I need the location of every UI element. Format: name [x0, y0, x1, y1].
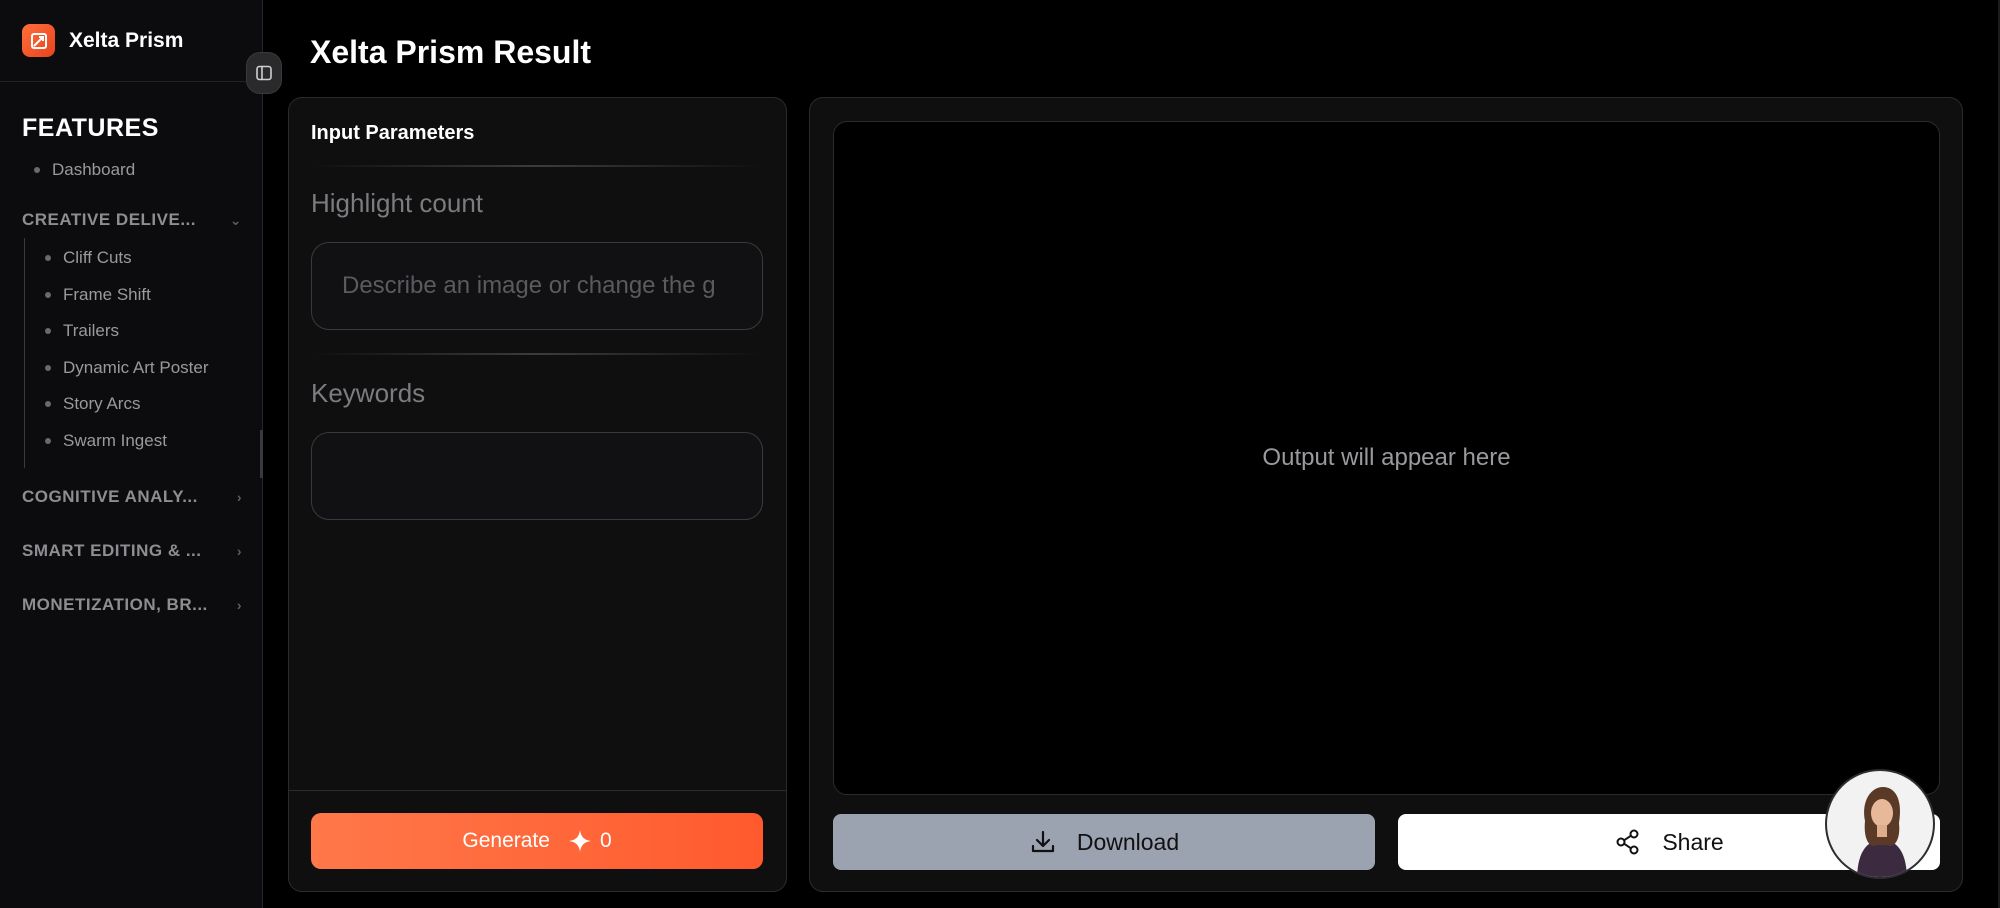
brand[interactable]: Xelta Prism	[0, 0, 262, 82]
bullet-icon	[45, 292, 51, 298]
sidebar-item-dashboard[interactable]: Dashboard	[34, 160, 135, 180]
sidebar-item-story-arcs[interactable]: Story Arcs	[45, 394, 140, 414]
sparkle-icon	[568, 829, 592, 853]
sidebar-item-label: Swarm Ingest	[63, 431, 167, 450]
output-area: Output will appear here	[833, 121, 1940, 795]
highlight-count-label: Highlight count	[311, 188, 483, 218]
sidebar-scrollbar[interactable]	[260, 430, 263, 478]
bullet-icon	[45, 328, 51, 334]
bullet-icon	[34, 167, 40, 173]
sidebar-group-label: CREATIVE DELIVE...	[22, 210, 196, 229]
sidebar-group-label: COGNITIVE ANALY...	[22, 487, 198, 506]
sidebar-item-swarm-ingest[interactable]: Swarm Ingest	[45, 431, 167, 451]
highlight-count-input[interactable]: Describe an image or change the g	[311, 242, 763, 330]
download-label: Download	[1076, 828, 1180, 855]
download-button[interactable]: Download	[833, 814, 1375, 870]
keywords-input[interactable]	[311, 432, 763, 520]
share-label: Share	[1662, 828, 1724, 855]
creative-delivery-list: Cliff Cuts Frame Shift Trailers Dynamic …	[24, 238, 209, 468]
output-panel: Output will appear here Download Share	[809, 97, 1963, 892]
credit-count: 0	[599, 829, 612, 852]
sidebar-group-monetization[interactable]: MONETIZATION, BR... ›	[22, 595, 242, 615]
bullet-icon	[45, 401, 51, 407]
bullet-icon	[45, 438, 51, 444]
share-icon	[1614, 828, 1642, 856]
sidebar-group-label: MONETIZATION, BR...	[22, 595, 208, 614]
keywords-label: Keywords	[311, 378, 426, 408]
sidebar-item-label: Cliff Cuts	[63, 248, 132, 267]
sidebar-group-cognitive-analysis[interactable]: COGNITIVE ANALY... ›	[22, 487, 242, 507]
sidebar: Xelta Prism FEATURES Dashboard CREATIVE …	[0, 0, 263, 908]
assistant-avatar[interactable]	[1825, 769, 1935, 879]
sidebar-item-label: Trailers	[63, 321, 120, 340]
sidebar-item-label: Frame Shift	[63, 285, 151, 304]
divider	[311, 353, 763, 355]
generate-button[interactable]: Generate 0	[311, 813, 763, 869]
sidebar-item-cliff-cuts[interactable]: Cliff Cuts	[45, 248, 132, 268]
chevron-right-icon: ›	[236, 543, 242, 559]
panel-footer: Generate 0	[289, 790, 786, 891]
sidebar-item-label: Story Arcs	[63, 394, 141, 413]
sidebar-item-label: Dashboard	[52, 160, 136, 179]
chevron-right-icon: ›	[236, 489, 242, 505]
chevron-right-icon: ›	[236, 597, 242, 613]
generate-label: Generate	[462, 829, 550, 852]
features-title: FEATURES	[22, 114, 159, 142]
sidebar-item-trailers[interactable]: Trailers	[45, 321, 119, 341]
highlight-count-placeholder: Describe an image or change the g	[342, 272, 716, 299]
sidebar-toggle-button[interactable]	[246, 52, 282, 94]
divider	[311, 165, 763, 167]
download-icon	[1029, 828, 1057, 856]
sidebar-group-smart-editing[interactable]: SMART EDITING & ... ›	[22, 541, 242, 561]
brand-name: Xelta Prism	[69, 28, 184, 52]
sidebar-item-frame-shift[interactable]: Frame Shift	[45, 285, 151, 305]
bullet-icon	[45, 255, 51, 261]
chevron-down-icon: ⌄	[229, 211, 242, 228]
page-title: Xelta Prism Result	[310, 34, 591, 70]
sidebar-item-label: Dynamic Art Poster	[63, 358, 209, 377]
sidebar-group-creative-delivery[interactable]: CREATIVE DELIVE... ⌄	[22, 210, 242, 230]
sidebar-panel-icon	[256, 65, 272, 81]
panel-heading: Input Parameters	[311, 122, 475, 144]
input-parameters-panel: Input Parameters Highlight count Describ…	[288, 97, 787, 892]
sidebar-group-label: SMART EDITING & ...	[22, 541, 202, 560]
sidebar-item-dynamic-art-poster[interactable]: Dynamic Art Poster	[45, 358, 209, 378]
bullet-icon	[45, 365, 51, 371]
output-placeholder: Output will appear here	[1262, 444, 1511, 471]
app-logo-icon	[22, 24, 55, 57]
